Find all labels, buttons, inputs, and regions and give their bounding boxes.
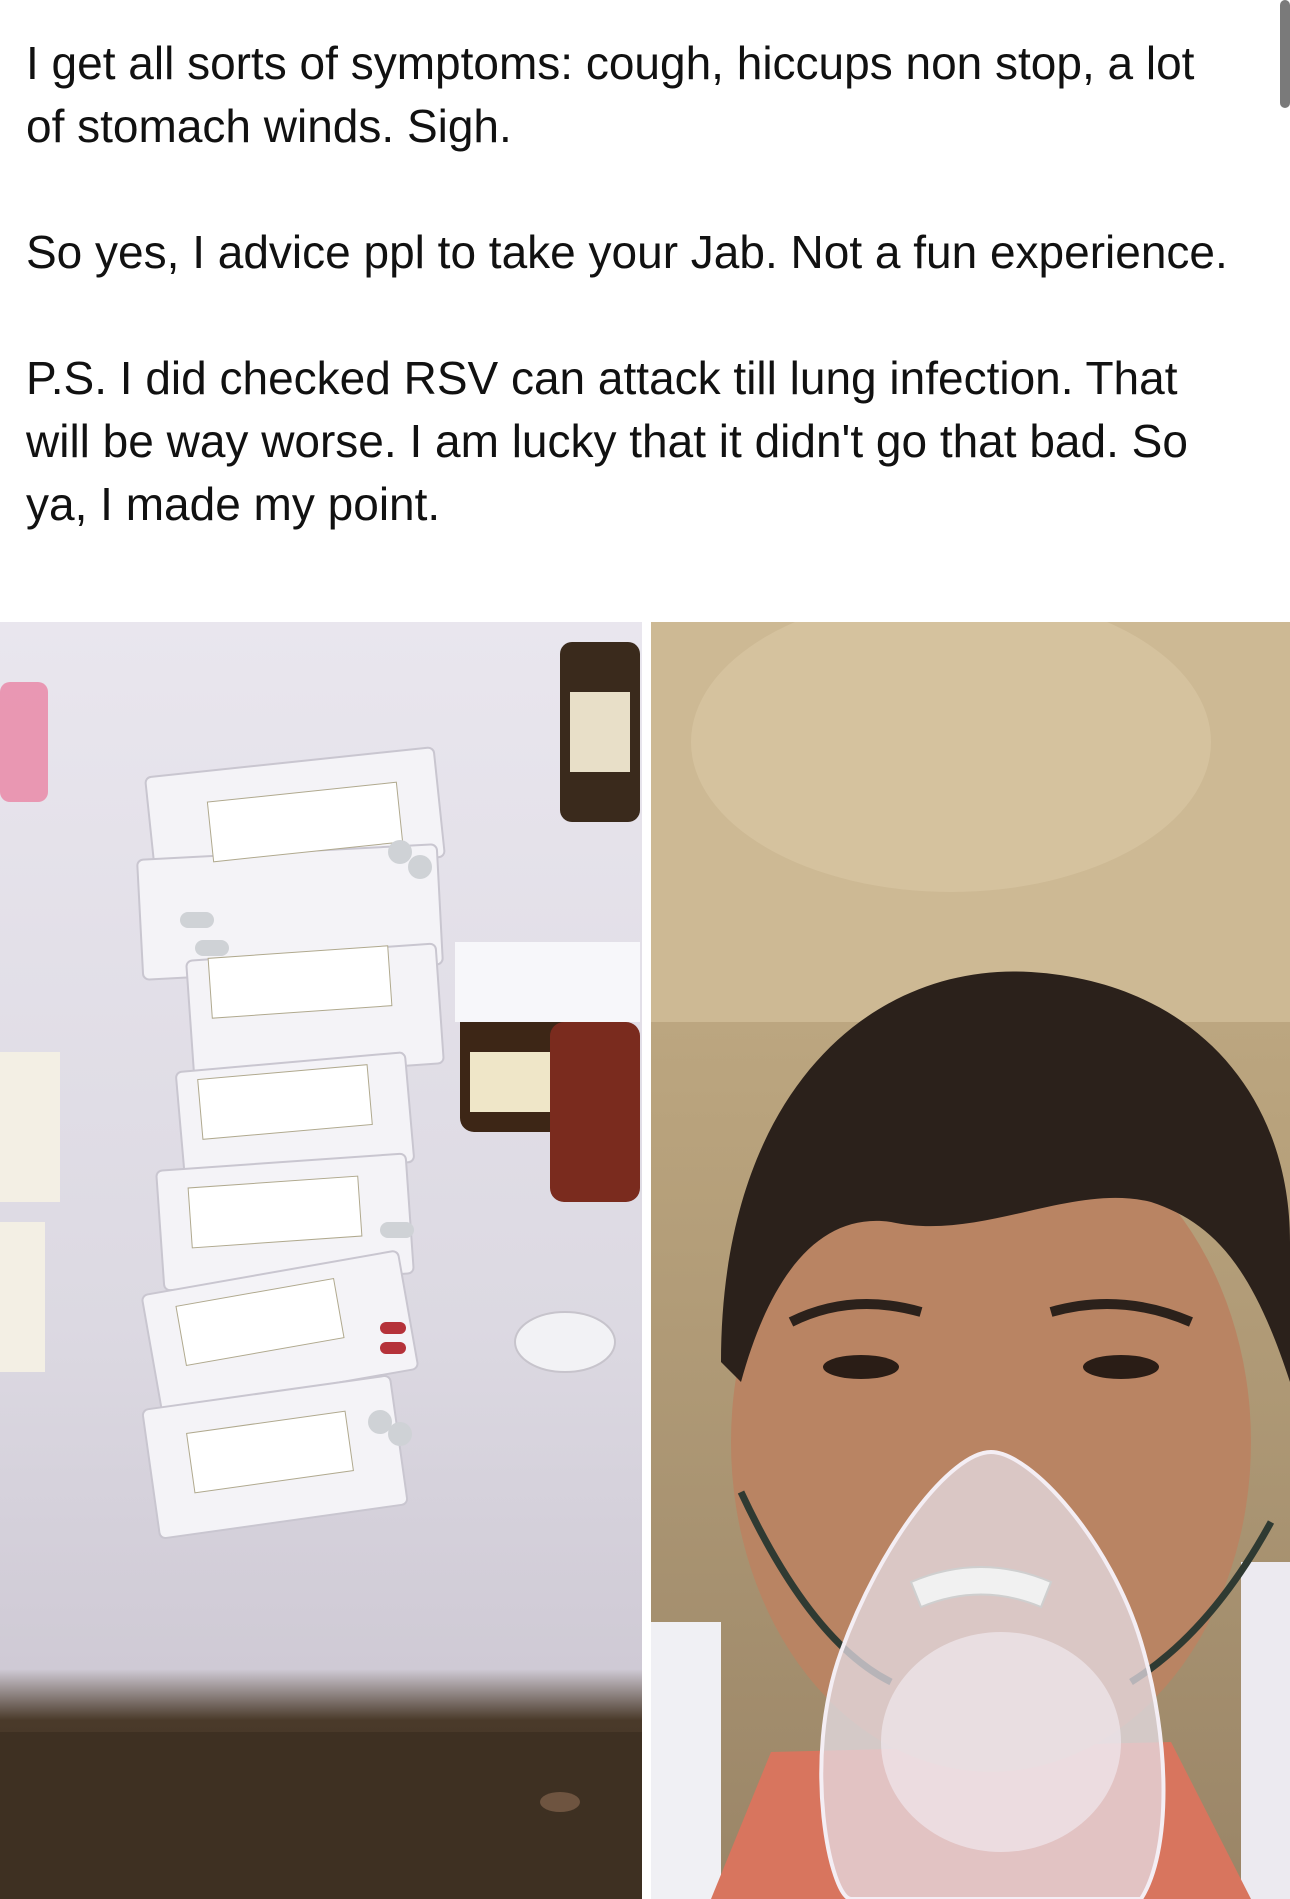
scrollbar-thumb[interactable]	[1280, 0, 1290, 108]
post-body: I get all sorts of symptoms: cough, hicc…	[26, 32, 1236, 536]
post-paragraph-3: P.S. I did checked RSV can attack till l…	[26, 352, 1188, 530]
photo-selfie-oxygen-mask[interactable]	[651, 622, 1290, 1899]
post-paragraph-2: So yes, I advice ppl to take your Jab. N…	[26, 226, 1228, 278]
photo-medications[interactable]	[0, 622, 642, 1899]
post-paragraph-1: I get all sorts of symptoms: cough, hicc…	[26, 37, 1195, 152]
